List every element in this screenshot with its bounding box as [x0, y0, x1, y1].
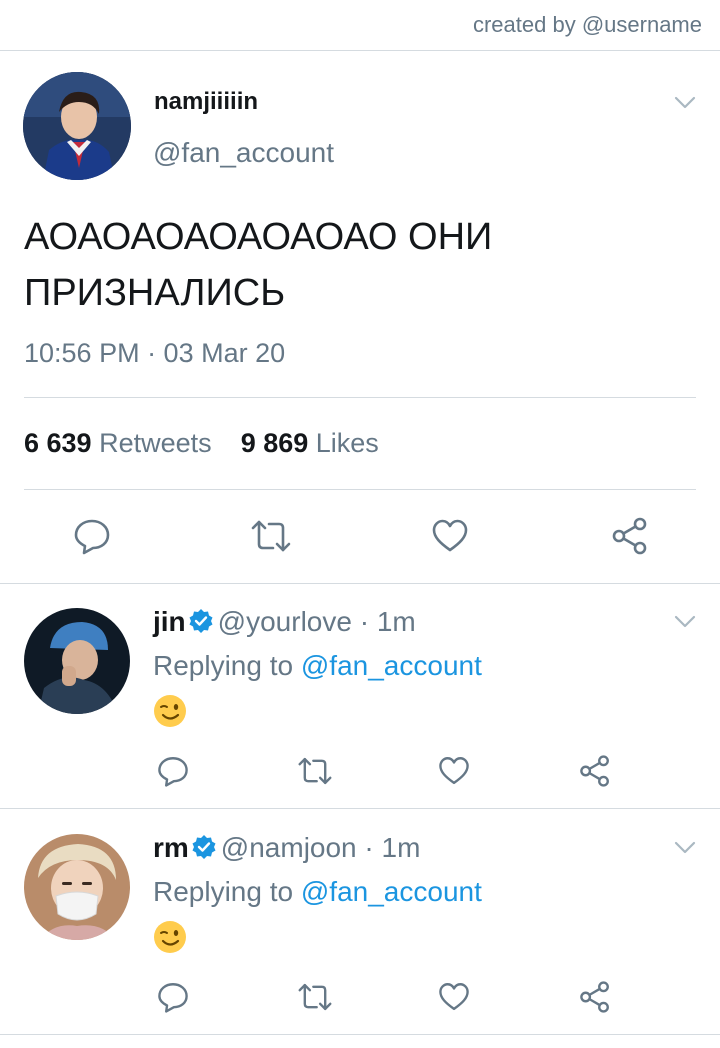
chevron-down-icon[interactable] [674, 96, 696, 110]
reply-2-name[interactable]: rm [153, 832, 189, 863]
retweet-icon[interactable] [249, 516, 293, 556]
main-display-name[interactable]: namjiiiiin [154, 88, 258, 116]
reply-2-header: rm @namjoon · 1m [153, 832, 420, 864]
replying-to-handle[interactable]: @fan_account [301, 650, 482, 681]
reply-1-divider [0, 808, 720, 809]
stats-top-divider [24, 397, 696, 398]
share-icon[interactable] [578, 980, 612, 1014]
tweet-text-line2: ПРИЗНАЛИСЬ [24, 272, 286, 314]
wink-face-emoji [154, 921, 186, 953]
stats-bottom-divider [24, 489, 696, 490]
reply-2-divider [0, 1034, 720, 1035]
replying-to-label: Replying to [153, 650, 294, 681]
reply-2-handle[interactable]: @namjoon [221, 832, 357, 863]
like-icon[interactable] [430, 516, 470, 556]
reply-2-replying-to: Replying to @fan_account [153, 876, 482, 908]
main-tweet-divider [0, 583, 720, 584]
header-divider [0, 50, 720, 51]
avatar-reply-jin[interactable] [24, 608, 130, 714]
avatar-reply-rm[interactable] [24, 834, 130, 940]
reply-2-time[interactable]: · 1m [364, 832, 420, 863]
likes-count[interactable]: 9 869 [241, 428, 309, 458]
retweet-icon[interactable] [296, 754, 334, 788]
share-icon[interactable] [610, 516, 650, 556]
like-icon[interactable] [437, 754, 471, 788]
share-icon[interactable] [578, 754, 612, 788]
reply-1-time[interactable]: · 1m [360, 606, 416, 637]
reply-icon[interactable] [156, 980, 190, 1014]
chevron-down-icon[interactable] [674, 615, 696, 629]
stats-row: 6 639 Retweets 9 869 Likes [24, 428, 379, 459]
reply-1-header: jin @yourlove · 1m [153, 606, 416, 638]
reply-1-replying-to: Replying to @fan_account [153, 650, 482, 682]
credit-text: created by @username [472, 12, 702, 37]
verified-badge-icon [189, 609, 213, 633]
replying-to-handle[interactable]: @fan_account [301, 876, 482, 907]
avatar-main[interactable] [23, 72, 131, 180]
likes-label[interactable]: Likes [316, 428, 379, 458]
tweet-timestamp[interactable]: 10:56 PM · 03 Mar 20 [24, 338, 285, 369]
replying-to-label: Replying to [153, 876, 294, 907]
retweet-icon[interactable] [296, 980, 334, 1014]
retweets-count[interactable]: 6 639 [24, 428, 92, 458]
chevron-down-icon[interactable] [674, 841, 696, 855]
like-icon[interactable] [437, 980, 471, 1014]
reply-icon[interactable] [72, 516, 112, 556]
reply-1-name[interactable]: jin [153, 606, 186, 637]
tweet-text-line1: АОАОАОАОАОАОАО ОНИ [24, 216, 493, 258]
main-handle[interactable]: @fan_account [153, 137, 334, 169]
reply-1-handle[interactable]: @yourlove [218, 606, 352, 637]
retweets-label[interactable]: Retweets [99, 428, 212, 458]
verified-badge-icon [192, 835, 216, 859]
reply-icon[interactable] [156, 754, 190, 788]
wink-face-emoji [154, 695, 186, 727]
